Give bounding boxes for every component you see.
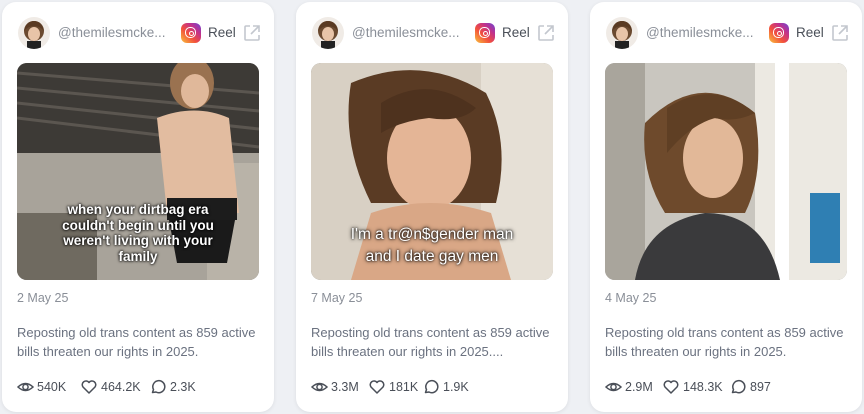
external-link-icon[interactable]: [536, 23, 556, 43]
engagement-stats: 3.3M 181K 1.9K: [311, 378, 561, 396]
heart-icon: [369, 380, 385, 394]
eye-icon: [311, 382, 328, 392]
post-type-label: Reel: [208, 25, 236, 40]
eye-icon: [605, 382, 622, 392]
post-type-label: Reel: [502, 25, 530, 40]
thumbnail-caption: I'm a tr@n$gender man and I date gay men: [350, 226, 514, 265]
external-link-icon[interactable]: [242, 23, 262, 43]
post-type-label: Reel: [796, 25, 824, 40]
post-date: 2 May 25: [17, 291, 69, 305]
avatar[interactable]: [606, 17, 638, 49]
comment-icon: [424, 379, 439, 394]
reel-thumbnail[interactable]: when your dirtbag era couldn't begin unt…: [17, 63, 259, 280]
post-card[interactable]: @themilesmcke... Reel when your dirtbag …: [2, 2, 274, 412]
card-header: @themilesmcke... Reel: [312, 17, 554, 49]
post-description: Reposting old trans content as 859 activ…: [17, 325, 256, 359]
comment-icon: [151, 379, 166, 394]
avatar[interactable]: [312, 17, 344, 49]
heart-icon: [81, 380, 97, 394]
avatar[interactable]: [18, 17, 50, 49]
reel-thumbnail[interactable]: [605, 63, 847, 280]
post-date: 7 May 25: [311, 291, 363, 305]
reel-thumbnail[interactable]: I'm a tr@n$gender man and I date gay men: [311, 63, 553, 280]
post-date: 4 May 25: [605, 291, 657, 305]
instagram-icon: [475, 23, 495, 43]
post-description: Reposting old trans content as 859 activ…: [605, 325, 844, 359]
comment-icon: [731, 379, 746, 394]
card-header: @themilesmcke... Reel: [18, 17, 260, 49]
account-handle[interactable]: @themilesmcke...: [352, 25, 459, 40]
post-card[interactable]: @themilesmcke... Reel 4 May 25 Reposting…: [590, 2, 862, 412]
instagram-icon: [769, 23, 789, 43]
heart-icon: [663, 380, 679, 394]
thumbnail-caption: when your dirtbag era couldn't begin unt…: [62, 202, 214, 264]
engagement-stats: 540K 464.2K 2.3K: [17, 378, 267, 396]
post-description: Reposting old trans content as 859 activ…: [311, 325, 550, 359]
account-handle[interactable]: @themilesmcke...: [58, 25, 165, 40]
card-header: @themilesmcke... Reel: [606, 17, 848, 49]
instagram-icon: [181, 23, 201, 43]
post-card[interactable]: @themilesmcke... Reel I'm a tr@n$gender …: [296, 2, 568, 412]
eye-icon: [17, 382, 34, 392]
external-link-icon[interactable]: [830, 23, 850, 43]
account-handle[interactable]: @themilesmcke...: [646, 25, 753, 40]
engagement-stats: 2.9M 148.3K 897: [605, 378, 855, 396]
